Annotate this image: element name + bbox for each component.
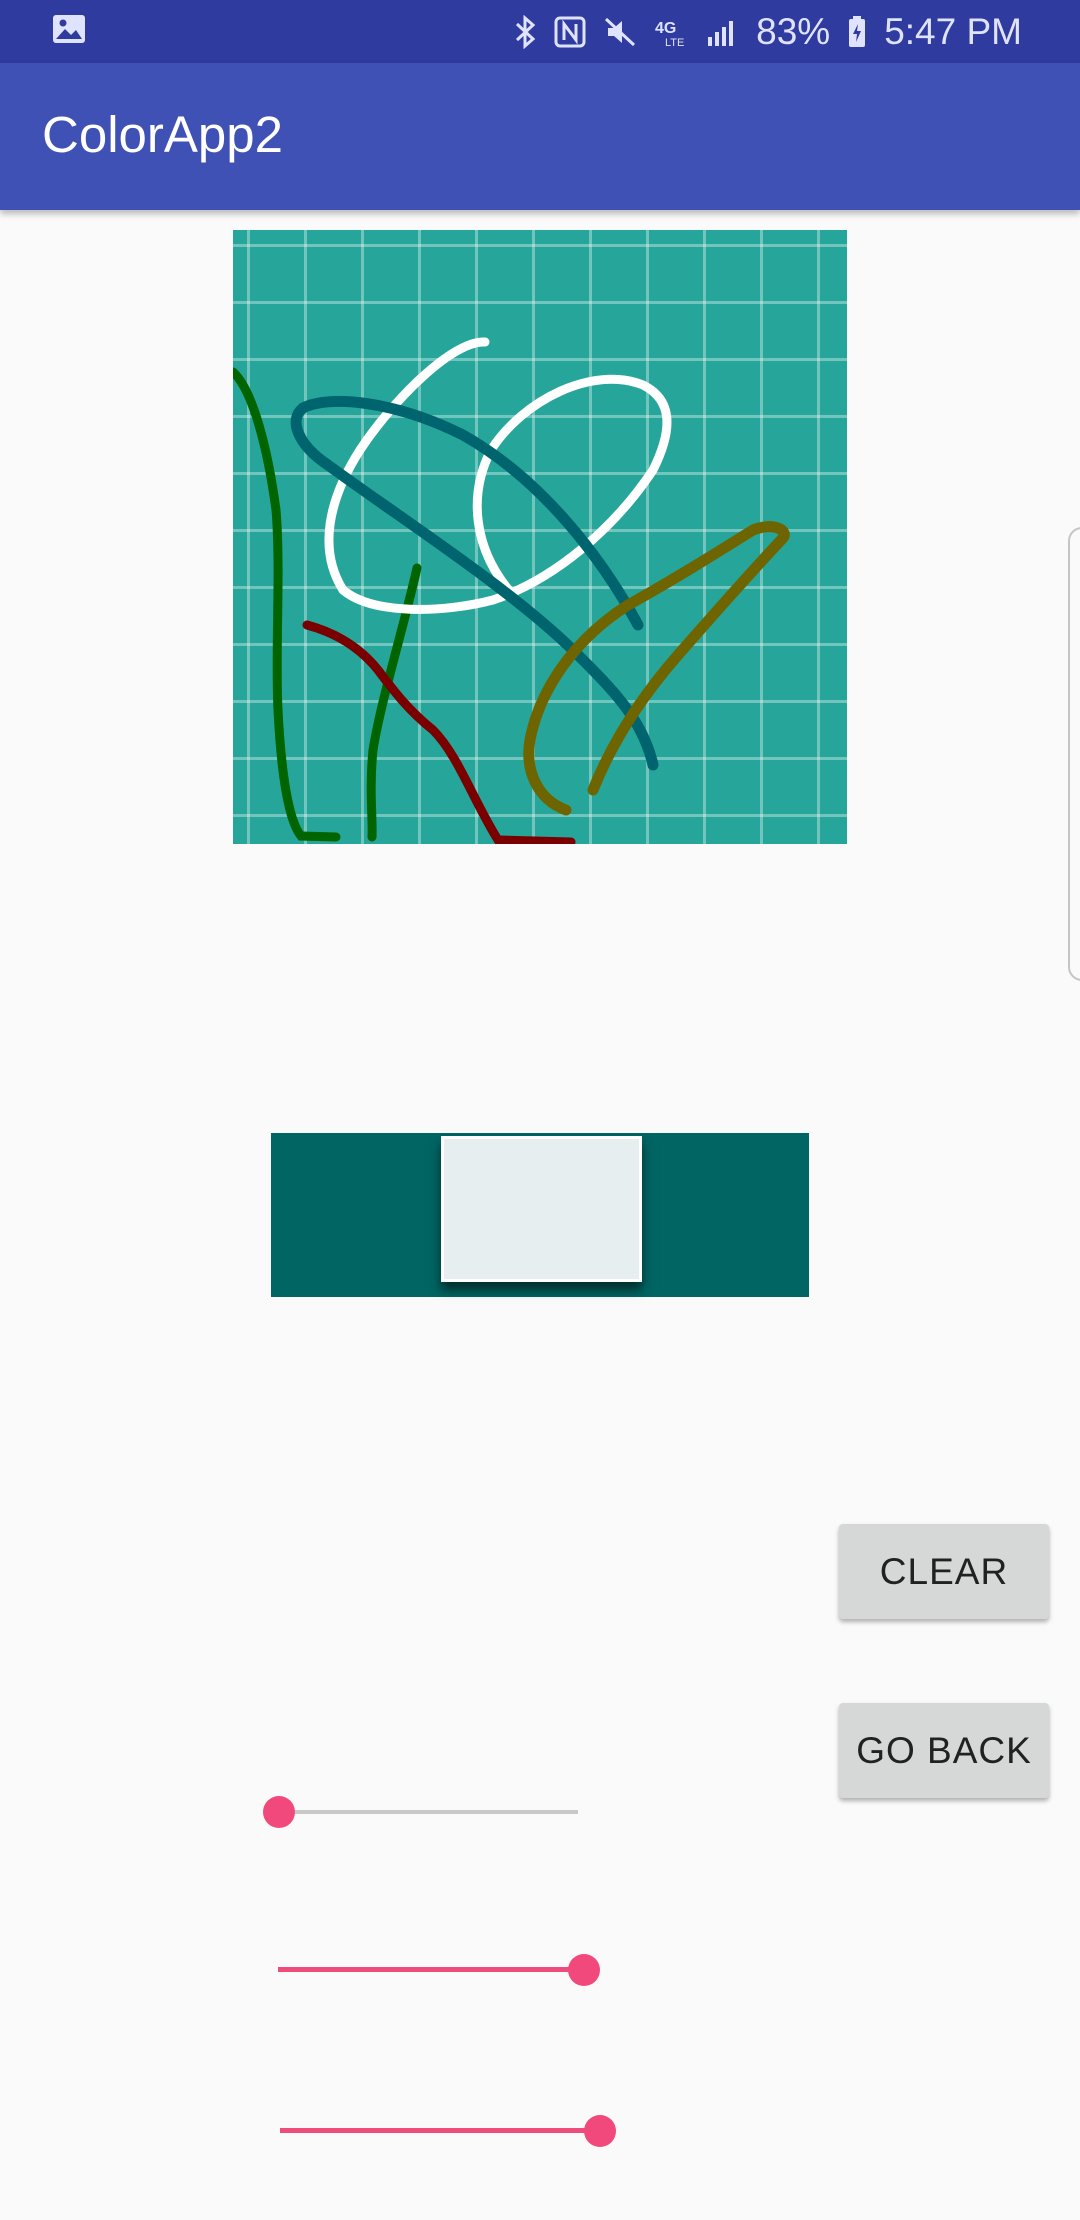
slider-thumb[interactable] — [584, 2115, 616, 2147]
mute-icon — [604, 16, 636, 48]
svg-text:LTE: LTE — [665, 37, 684, 48]
white-stroke — [324, 337, 672, 614]
edge-panel-handle[interactable] — [1068, 527, 1080, 981]
slider-fill — [280, 2128, 600, 2133]
svg-text:4G: 4G — [655, 20, 676, 37]
bluetooth-icon — [514, 14, 536, 49]
battery-charging-icon — [848, 15, 866, 48]
app-bar: ColorApp2 — [0, 63, 1080, 210]
status-bar: 4G LTE 83% 5:47 PM — [0, 0, 1080, 63]
slider-thumb[interactable] — [263, 1796, 295, 1828]
app-title: ColorApp2 — [42, 106, 283, 163]
slider-track — [279, 1810, 578, 1814]
drawing-canvas[interactable] — [233, 230, 847, 844]
color-swatch — [441, 1136, 642, 1282]
clear-button[interactable]: CLEAR — [839, 1524, 1049, 1619]
battery-percent: 83% — [756, 10, 831, 52]
4g-lte-icon: 4G LTE — [654, 16, 688, 48]
slider-fill — [278, 1967, 584, 1972]
green-stroke-1 — [233, 367, 341, 842]
color-preview — [271, 1133, 809, 1297]
nfc-icon — [554, 16, 586, 48]
slider-thumb[interactable] — [568, 1954, 600, 1986]
clock: 5:47 PM — [884, 10, 1022, 52]
slider-1[interactable] — [263, 1792, 578, 1832]
go-back-button[interactable]: GO BACK — [839, 1703, 1049, 1798]
signal-icon — [706, 17, 738, 47]
slider-3[interactable] — [280, 2111, 616, 2151]
slider-2[interactable] — [278, 1950, 600, 1990]
teal-stroke — [290, 396, 659, 771]
image-icon — [52, 14, 86, 44]
